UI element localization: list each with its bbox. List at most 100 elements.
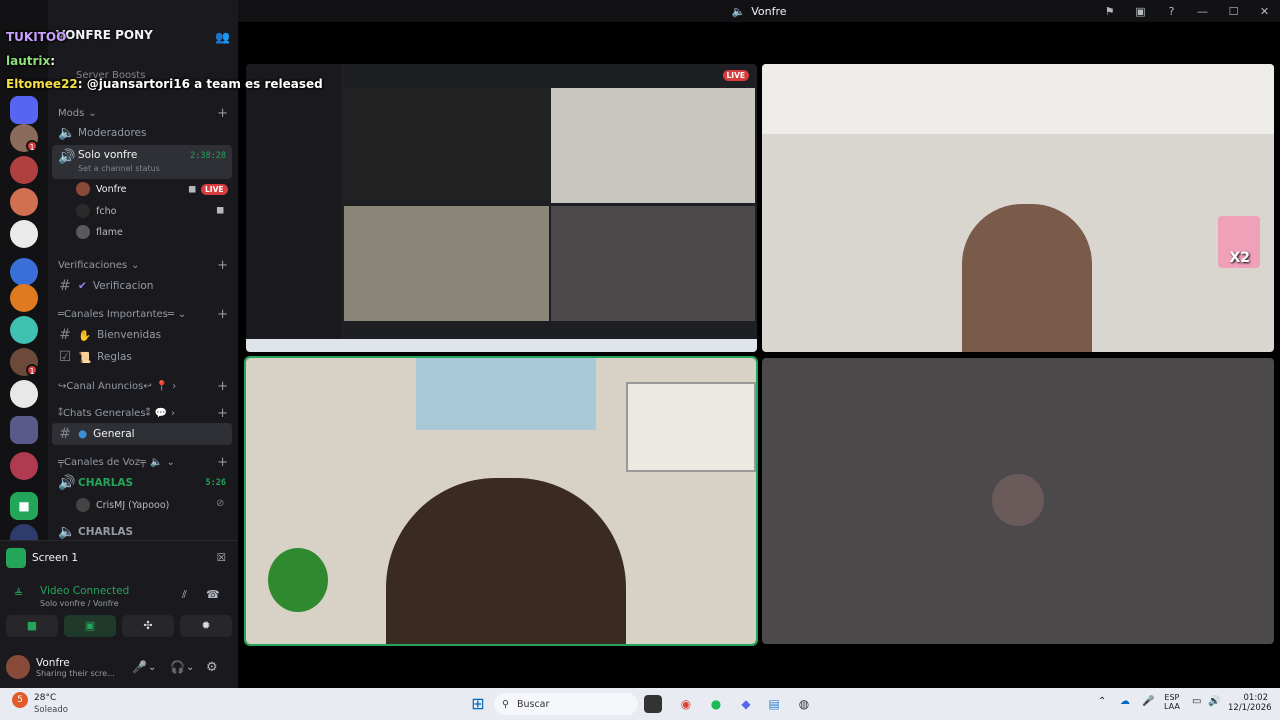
chrome-icon[interactable]: ◉ — [676, 694, 696, 714]
volume-icon[interactable]: 🔊 — [1208, 696, 1220, 707]
help-icon[interactable]: ? — [1156, 5, 1187, 18]
add-channel-icon[interactable]: + — [217, 406, 228, 421]
minimize-button[interactable]: — — [1187, 5, 1218, 18]
category-mods[interactable]: Mods ⌄ + — [58, 106, 228, 121]
inbox-icon[interactable]: ⚑ — [1094, 5, 1125, 18]
add-channel-icon[interactable]: + — [217, 307, 228, 322]
category-voz[interactable]: ╤Canales de Voz╤ 🔈 ⌄ + — [58, 455, 228, 470]
category-generales[interactable]: ⁑Chats Generales⁑ 💬 › + — [58, 406, 228, 421]
connection-status[interactable]: Video Connected — [40, 585, 129, 597]
speaker-icon: 🔈 — [58, 125, 76, 141]
webcam-tile-fcho[interactable]: X2 — [762, 64, 1274, 352]
add-channel-icon[interactable]: + — [217, 379, 228, 394]
channel-general[interactable]: # ● General — [52, 423, 232, 445]
connection-location[interactable]: Solo vonfre / Vonfre — [40, 599, 119, 608]
add-channel-icon[interactable]: + — [217, 455, 228, 470]
chevron-down-icon[interactable]: ⌄ — [148, 662, 156, 673]
add-member-icon[interactable]: 👥 — [215, 30, 230, 44]
voice-user-vonfre[interactable]: Vonfre — [76, 182, 126, 196]
pip-icon[interactable]: ▣ — [1125, 5, 1156, 18]
server-icon[interactable] — [10, 316, 38, 344]
close-button[interactable]: ✕ — [1249, 5, 1280, 18]
nested-tile — [551, 206, 755, 321]
add-channel-icon[interactable]: + — [217, 258, 228, 273]
channel-bienvenidas[interactable]: # ✋ Bienvenidas — [52, 324, 232, 346]
channel-charlas[interactable]: 🔊 CHARLAS 5:26 — [52, 472, 232, 494]
spotify-icon[interactable]: ● — [706, 694, 726, 714]
disconnect-icon[interactable]: ☎ — [206, 588, 220, 601]
start-button[interactable]: ⊞ — [468, 694, 488, 714]
soundboard-button[interactable]: ✹ — [180, 615, 232, 637]
stop-stream-icon[interactable]: ☒ — [217, 552, 226, 564]
globe-icon: ● — [78, 428, 88, 440]
chat-overlay-2: lautrix: — [6, 54, 56, 68]
screen-share-row[interactable]: Screen 1 ☒ — [6, 545, 232, 571]
voice-user-flame[interactable]: flame — [76, 225, 123, 239]
chevron-down-icon[interactable]: ⌄ — [186, 662, 194, 673]
category-importantes[interactable]: ═Canales Importantes═ ⌄ + — [58, 307, 228, 322]
language-indicator[interactable]: ESP LAA — [1164, 693, 1180, 711]
person-silhouette — [962, 204, 1092, 352]
avatar[interactable] — [6, 655, 30, 679]
activities-button[interactable]: ✣ — [122, 615, 174, 637]
channel-moderadores[interactable]: 🔈 Moderadores — [52, 122, 232, 144]
file-explorer-icon[interactable] — [644, 695, 662, 713]
obs-icon[interactable]: ◍ — [794, 694, 814, 714]
speech-icon: 💬 — [154, 408, 167, 419]
server-icon[interactable] — [10, 220, 38, 248]
camera-icon: ◼ — [188, 184, 197, 195]
nested-tile — [344, 206, 549, 321]
maximize-button[interactable]: ☐ — [1218, 5, 1249, 18]
weather-temp[interactable]: 28°C — [34, 693, 56, 703]
category-verificaciones[interactable]: Verificaciones ⌄ + — [58, 258, 228, 273]
category-anuncios[interactable]: ↪Canal Anuncios↩ 📍 › + — [58, 379, 228, 394]
server-icon-twitch[interactable] — [10, 96, 38, 124]
microphone-icon[interactable]: 🎤 — [132, 660, 147, 674]
camera-button[interactable]: ■ — [6, 615, 58, 637]
unread-badge: 1 — [26, 364, 38, 376]
notepad-icon[interactable]: ▤ — [764, 694, 784, 714]
share-screen-button[interactable]: ▣ — [64, 615, 116, 637]
speaker-icon: 🔈 — [150, 457, 163, 468]
avatar-tile-flame[interactable] — [762, 358, 1274, 644]
voice-user-fcho[interactable]: fcho — [76, 204, 116, 218]
microphone-icon[interactable]: 🎤 — [1142, 696, 1154, 707]
channel-verificacion[interactable]: # ✔ Verificacion — [52, 275, 232, 297]
add-channel-icon[interactable]: + — [217, 106, 228, 121]
whiteboard — [626, 382, 756, 472]
user-area[interactable]: Vonfre Sharing their scre... 🎤 ⌄ 🎧 ⌄ ⚙ — [6, 647, 232, 687]
server-icon[interactable] — [10, 452, 38, 480]
screen-share-tile[interactable]: LIVE — [246, 64, 757, 352]
discord-icon[interactable]: ◆ — [736, 694, 756, 714]
clock[interactable]: 01:02 12/1/2026 — [1228, 693, 1272, 713]
channel-reglas[interactable]: ☑ 📜 Reglas — [52, 346, 232, 368]
cloud-icon[interactable]: ☁ — [1120, 696, 1130, 707]
search-box[interactable]: ⚲ Buscar — [494, 693, 638, 715]
weather-icon[interactable]: 5 — [12, 692, 28, 708]
gear-icon[interactable]: ⚙ — [206, 660, 218, 675]
server-icon[interactable] — [10, 284, 38, 312]
voice-user-crismj[interactable]: CrisMJ (Yapooo) — [76, 498, 169, 512]
chevron-down-icon: ⌄ — [131, 260, 140, 271]
avatar — [76, 498, 90, 512]
folder-icon[interactable]: ■ — [10, 492, 38, 520]
server-name[interactable]: VONFRE PONY — [56, 28, 153, 42]
network-icon[interactable]: ▭ — [1192, 696, 1201, 707]
server-icon[interactable] — [10, 156, 38, 184]
server-icon[interactable] — [10, 188, 38, 216]
headphones-icon[interactable]: 🎧 — [170, 660, 185, 674]
server-folder-icon[interactable] — [10, 416, 38, 444]
server-icon-active[interactable] — [10, 380, 38, 408]
webcam-tile-vonfre[interactable] — [244, 356, 758, 646]
chevron-up-icon[interactable]: ⌃ — [1098, 696, 1106, 707]
signal-icon[interactable]: ≜ — [14, 587, 23, 600]
nested-sidebar — [246, 64, 341, 339]
person-silhouette — [386, 478, 626, 644]
scroll-icon: 📜 — [78, 351, 92, 364]
user-status: Sharing their scre... — [36, 668, 115, 678]
weather-desc[interactable]: Soleado — [34, 705, 68, 715]
channel-status[interactable]: Set a channel status — [78, 164, 160, 173]
noise-suppression-icon[interactable]: ⫽ — [182, 588, 187, 602]
channel-solo-vonfre[interactable]: 🔊 Solo vonfre 2:38:28 — [52, 145, 232, 179]
server-icon[interactable] — [10, 258, 38, 286]
